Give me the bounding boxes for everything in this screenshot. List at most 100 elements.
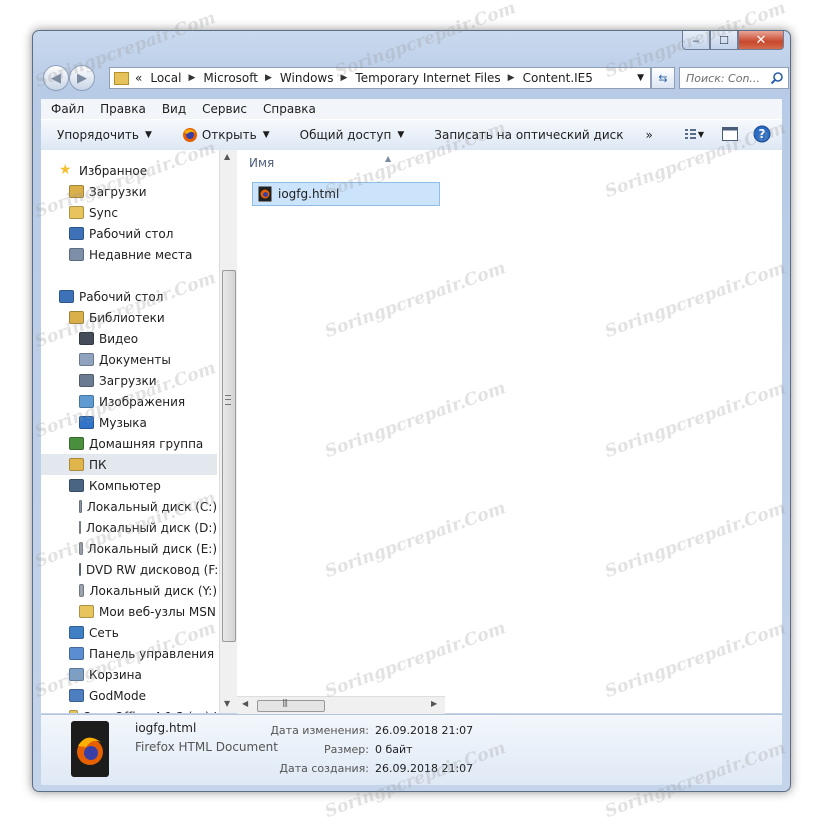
chevron-right-icon[interactable]: ▶: [188, 73, 195, 83]
chevron-right-icon[interactable]: ▶: [340, 73, 347, 83]
nav-item[interactable]: Sync: [41, 202, 217, 223]
nav-item[interactable]: Корзина: [41, 664, 217, 685]
nav-item[interactable]: ★ Избранное: [41, 160, 217, 181]
organize-label: Упорядочить: [57, 128, 139, 142]
address-bar[interactable]: « Local ▶ Microsoft ▶ Windows ▶ Temporar…: [109, 67, 651, 89]
nav-item[interactable]: Видео: [41, 328, 217, 349]
scroll-right-icon[interactable]: ▶: [431, 699, 437, 708]
nav-item-label: Музыка: [99, 415, 147, 430]
scroll-down-icon[interactable]: ▼: [224, 699, 230, 708]
breadcrumb-local[interactable]: Local: [150, 71, 181, 85]
downloads-folder-icon: [69, 185, 84, 198]
desktop-icon: [59, 290, 74, 303]
breadcrumb-temporary-internet-files[interactable]: Temporary Internet Files: [355, 71, 500, 85]
h-scroll-thumb[interactable]: |||: [257, 698, 325, 712]
arrow-right-icon: ▶: [77, 70, 87, 86]
chevron-right-icon[interactable]: ▶: [265, 73, 272, 83]
nav-item[interactable]: Загрузки: [41, 181, 217, 202]
search-input[interactable]: Поиск: Con...: [686, 72, 770, 85]
close-button[interactable]: ✕: [738, 31, 784, 50]
nav-item-label: Изображения: [99, 394, 186, 409]
scroll-left-icon[interactable]: ◀: [242, 699, 248, 708]
nav-item[interactable]: Панель управления: [41, 643, 217, 664]
menu-tools[interactable]: Сервис: [202, 102, 247, 116]
libraries-icon: [69, 311, 84, 324]
nav-item[interactable]: Мои веб-узлы MSN: [41, 601, 217, 622]
nav-item[interactable]: Локальный диск (D:): [41, 517, 217, 538]
godmode-icon: [69, 689, 84, 702]
back-button[interactable]: ◀: [43, 65, 69, 91]
dropdown-arrow-icon[interactable]: ▼: [637, 73, 644, 83]
nav-item[interactable]: OpenOffice 4.1.3 (ru) I: [41, 706, 217, 713]
nav-item[interactable]: Локальный диск (C:): [41, 496, 217, 517]
menu-file[interactable]: Файл: [51, 102, 84, 116]
organize-button[interactable]: Упорядочить ▼: [57, 128, 152, 142]
open-button[interactable]: Открыть ▼: [182, 127, 270, 143]
nav-item[interactable]: Библиотеки: [41, 307, 217, 328]
nav-item[interactable]: Локальный диск (E:): [41, 538, 217, 559]
refresh-button[interactable]: ⇆: [651, 67, 675, 89]
search-icon[interactable]: [770, 71, 784, 85]
chevron-right-icon[interactable]: ▶: [508, 73, 515, 83]
nav-item[interactable]: Компьютер: [41, 475, 217, 496]
maximize-button[interactable]: ☐: [710, 31, 738, 50]
created-label: Дата создания:: [279, 762, 369, 775]
menu-edit[interactable]: Правка: [100, 102, 146, 116]
scroll-up-icon[interactable]: ▲: [224, 152, 230, 161]
breadcrumb-content-ie5[interactable]: Content.IE5: [523, 71, 593, 85]
views-button[interactable]: ▼: [684, 125, 704, 143]
open-label: Открыть: [201, 128, 257, 142]
system-drive-icon: [79, 500, 82, 513]
navigation-row: ◀ ▶ « Local ▶ Microsoft ▶ Windows ▶ Temp…: [39, 65, 789, 91]
horizontal-scrollbar[interactable]: ◀ ||| ▶: [237, 696, 445, 714]
nav-item-label: Документы: [99, 352, 171, 367]
scroll-thumb[interactable]: [222, 270, 236, 642]
nav-item[interactable]: Сеть: [41, 622, 217, 643]
music-library-icon: [79, 416, 94, 429]
folder-icon: [69, 710, 78, 713]
nav-item[interactable]: Рабочий стол: [41, 286, 217, 307]
burn-button[interactable]: Записать на оптический диск: [434, 128, 623, 142]
nav-item[interactable]: Локальный диск (Y:): [41, 580, 217, 601]
nav-item[interactable]: GodMode: [41, 685, 217, 706]
star-icon: ★: [59, 162, 72, 178]
column-header-name[interactable]: Имя ▲: [249, 154, 391, 170]
nav-item[interactable]: Документы: [41, 349, 217, 370]
desktop-icon: [69, 227, 84, 240]
firefox-document-icon: [71, 721, 109, 777]
breadcrumb-windows[interactable]: Windows: [280, 71, 334, 85]
address-overflow[interactable]: «: [135, 71, 142, 85]
help-button[interactable]: ?: [752, 125, 772, 143]
minimize-button[interactable]: ‒: [682, 31, 710, 50]
file-item[interactable]: iogfg.html: [252, 182, 440, 206]
nav-item[interactable]: DVD RW дисковод (F:: [41, 559, 218, 580]
nav-item-label: Мои веб-узлы MSN: [99, 604, 216, 619]
command-bar: Упорядочить ▼ Открыть ▼ Общий доступ ▼ З…: [41, 119, 782, 151]
navigation-scrollbar[interactable]: ▲ ▼: [219, 150, 237, 713]
nav-item[interactable]: Домашняя группа: [41, 433, 217, 454]
explorer-body: ★ Избранное Загрузки Sync Рабочий стол Недавн…: [41, 150, 782, 714]
sort-up-icon: ▲: [385, 154, 392, 163]
menu-view[interactable]: Вид: [162, 102, 186, 116]
folder-icon: [79, 605, 94, 618]
nav-item[interactable]: Рабочий стол: [41, 223, 217, 244]
nav-item[interactable]: ПК: [41, 454, 217, 475]
dropdown-arrow-icon: ▼: [262, 130, 270, 140]
folder-icon: [114, 71, 129, 85]
forward-button[interactable]: ▶: [69, 65, 95, 91]
size-value: 0 байт: [375, 743, 413, 756]
navigation-pane: ★ Избранное Загрузки Sync Рабочий стол Недавн…: [41, 150, 219, 713]
nav-item-label: Загрузки: [89, 184, 147, 199]
nav-item[interactable]: Изображения: [41, 391, 217, 412]
nav-item[interactable]: Музыка: [41, 412, 217, 433]
preview-pane-button[interactable]: [720, 125, 740, 143]
nav-item[interactable]: Недавние места: [41, 244, 217, 265]
nav-item[interactable]: Загрузки: [41, 370, 217, 391]
more-commands-button[interactable]: »: [645, 128, 652, 142]
breadcrumb-microsoft[interactable]: Microsoft: [203, 71, 258, 85]
menu-help[interactable]: Справка: [263, 102, 316, 116]
nav-item-label: Библиотеки: [89, 310, 165, 325]
dropdown-arrow-icon: ▼: [397, 130, 405, 140]
share-button[interactable]: Общий доступ ▼: [300, 128, 405, 142]
search-box[interactable]: Поиск: Con...: [679, 67, 789, 89]
